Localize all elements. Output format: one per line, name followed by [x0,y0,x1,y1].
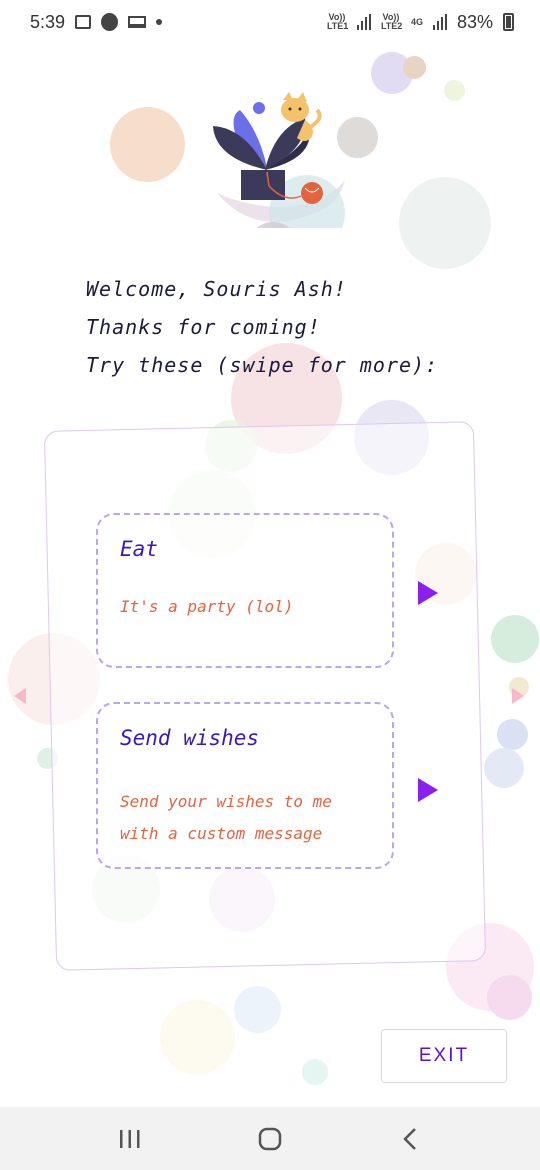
bubble-decoration [444,80,465,101]
status-left: 5:39 [30,11,163,33]
network-type-label: 4G [410,16,423,27]
status-right: Vo)) LTE1 Vo)) LTE2 4G 83% [327,12,514,33]
signal-icon [356,14,371,30]
battery-icon [503,13,514,31]
option-description: Send your wishes to me with a custom mes… [120,786,380,850]
bubble-decoration [160,1000,235,1075]
bubble-decoration [110,107,185,182]
bubble-decoration [302,1059,328,1085]
blue-dot [253,102,265,114]
bubble-decoration [399,177,491,269]
bubble-decoration [487,975,532,1020]
laptop-icon [128,16,147,28]
bubble-decoration [484,748,524,788]
welcome-illustration [213,92,345,228]
option-description-line: Send your wishes to me [120,792,332,811]
play-arrow-icon[interactable] [418,581,438,605]
bubble-decoration [234,986,281,1033]
welcome-message: Welcome, Souris Ash! Thanks for coming! … [86,270,438,384]
option-description: It's a party (lol) [120,597,294,616]
signal-icon-2 [432,14,447,30]
battery-percent: 83% [456,11,493,32]
clock: 5:39 [30,11,66,32]
play-arrow-icon[interactable] [418,778,438,802]
dot-icon [156,19,163,25]
image-icon [75,15,92,29]
option-send-wishes[interactable]: Send wishes Send your wishes to me with … [96,702,394,869]
home-icon [258,1127,282,1150]
instruction-line: Try these (swipe for more): [86,353,439,377]
back-button[interactable] [380,1119,440,1159]
network-1-label: Vo)) LTE1 [326,12,349,31]
swipe-left-icon[interactable] [14,688,26,704]
exit-button[interactable]: EXIT [381,1029,507,1083]
options-card [43,421,487,971]
flower-pot [241,170,285,200]
bubble-decoration [403,56,426,79]
swipe-right-icon[interactable] [512,688,524,704]
status-bar: 5:39 Vo)) LTE1 Vo)) LTE2 4G 83% [0,0,540,44]
bubble-decoration [491,615,539,663]
home-button[interactable] [240,1119,300,1159]
option-title: Eat [120,537,158,561]
bubble-decoration [497,719,528,750]
option-eat[interactable]: Eat It's a party (lol) [96,513,394,668]
navigation-bar [0,1107,540,1170]
yarn-ball-icon [301,182,323,204]
option-title: Send wishes [120,726,260,750]
drop-icon [101,13,119,31]
recent-apps-icon [120,1129,140,1148]
option-description-line: with a custom message [120,824,323,843]
network-2-label: Vo)) LTE2 [380,12,403,31]
thanks-line: Thanks for coming! [86,315,321,339]
back-icon [403,1127,416,1150]
recent-apps-button[interactable] [100,1119,160,1159]
welcome-line: Welcome, Souris Ash! [86,277,347,301]
